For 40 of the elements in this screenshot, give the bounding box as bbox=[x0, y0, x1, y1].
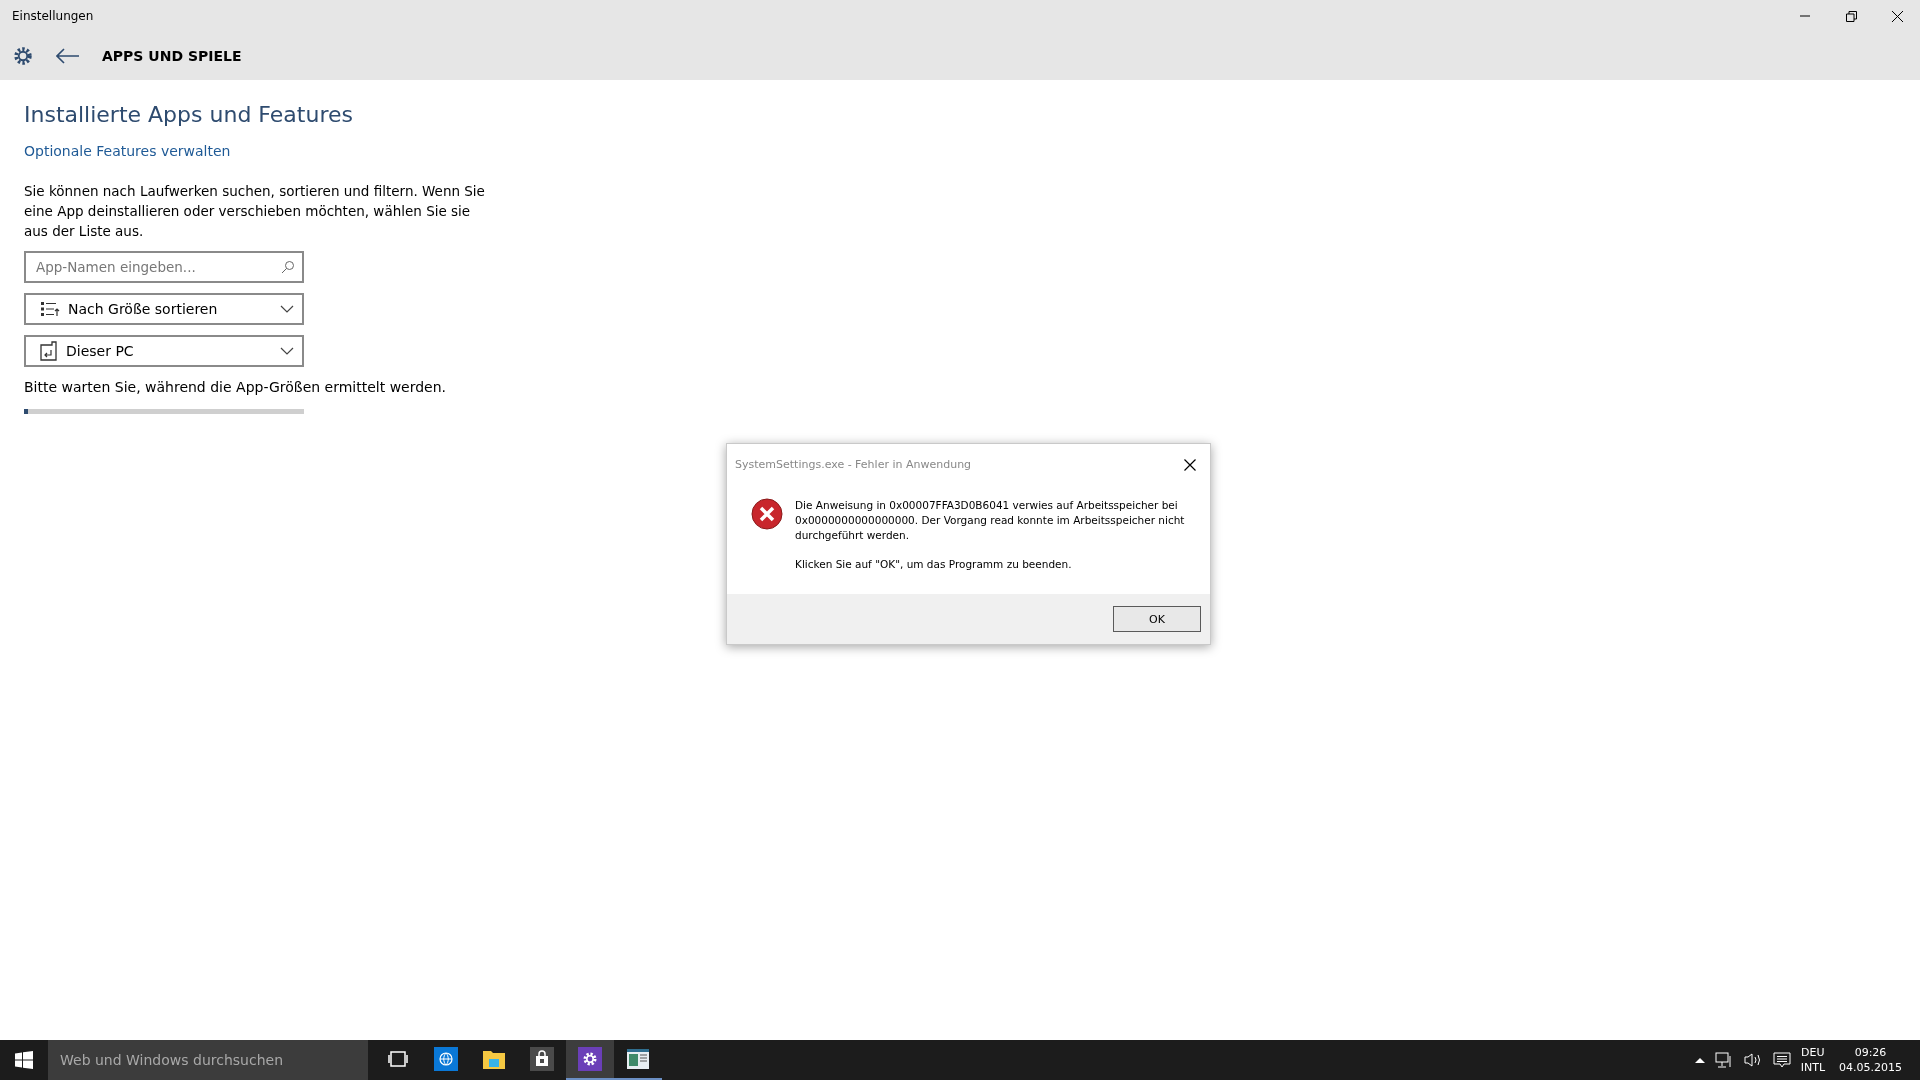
notification-icon[interactable] bbox=[1772, 1051, 1791, 1069]
chevron-down-icon bbox=[280, 305, 294, 313]
chevron-down-icon bbox=[280, 347, 294, 355]
app-window-icon bbox=[626, 1048, 650, 1070]
window-title: Einstellungen bbox=[12, 9, 94, 23]
clock[interactable]: 09:26 04.05.2015 bbox=[1835, 1045, 1906, 1075]
gear-icon bbox=[578, 1047, 602, 1071]
error-message: Die Anweisung in 0x00007FFA3D0B6041 verwies auf Arbeitsspeicher bei 0x0000000000000000. Der Vorgang read konnte im Arbeitsspeicher nicht durchgeführt werden. bbox=[795, 498, 1186, 543]
close-icon bbox=[1184, 459, 1196, 471]
volume-icon[interactable] bbox=[1742, 1052, 1763, 1068]
optional-features-link[interactable]: Optionale Features verwalten bbox=[24, 143, 231, 159]
network-icon[interactable] bbox=[1714, 1052, 1733, 1068]
globe-icon bbox=[434, 1047, 458, 1071]
error-icon bbox=[751, 498, 783, 530]
sort-dropdown[interactable]: Nach Größe sortieren bbox=[24, 293, 304, 325]
drive-dropdown[interactable]: Dieser PC bbox=[24, 335, 304, 367]
taskbar-search-field[interactable]: Web und Windows durchsuchen bbox=[48, 1040, 368, 1080]
sort-list-icon bbox=[40, 301, 60, 317]
pc-drive-icon bbox=[40, 341, 58, 361]
task-view-icon bbox=[388, 1051, 408, 1067]
search-field[interactable]: App-Namen eingeben... bbox=[24, 251, 304, 283]
minimize-icon bbox=[1800, 15, 1810, 17]
description-text: Sie können nach Laufwerken suchen, sortieren und filtern. Wenn Sie eine App deinstallieren oder verschieben möchten, wählen Sie sie aus der Liste aus. bbox=[24, 182, 486, 241]
search-icon bbox=[281, 260, 295, 274]
restore-icon bbox=[1845, 10, 1857, 22]
show-hidden-icons[interactable] bbox=[1694, 1057, 1705, 1063]
close-icon bbox=[1891, 10, 1903, 22]
error-hint: Klicken Sie auf "OK", um das Programm zu beenden. bbox=[795, 557, 1073, 572]
section-heading: Installierte Apps und Features bbox=[24, 102, 353, 127]
taskbar-app[interactable] bbox=[566, 1040, 614, 1080]
page-title: APPS UND SPIELE bbox=[102, 48, 242, 64]
windows-logo-icon bbox=[15, 1051, 33, 1069]
back-arrow-icon[interactable] bbox=[56, 48, 80, 64]
language-indicator[interactable]: INTL bbox=[1800, 1060, 1825, 1075]
ok-button[interactable]: OK bbox=[1113, 606, 1201, 632]
language-indicator[interactable]: DEU bbox=[1801, 1045, 1825, 1060]
folder-icon bbox=[482, 1048, 506, 1070]
status-text: Bitte warten Sie, während die App-Größen ermittelt werden. bbox=[24, 379, 447, 395]
dialog-title: SystemSettings.exe - Fehler in Anwendung bbox=[735, 457, 972, 471]
gear-icon bbox=[12, 45, 34, 67]
